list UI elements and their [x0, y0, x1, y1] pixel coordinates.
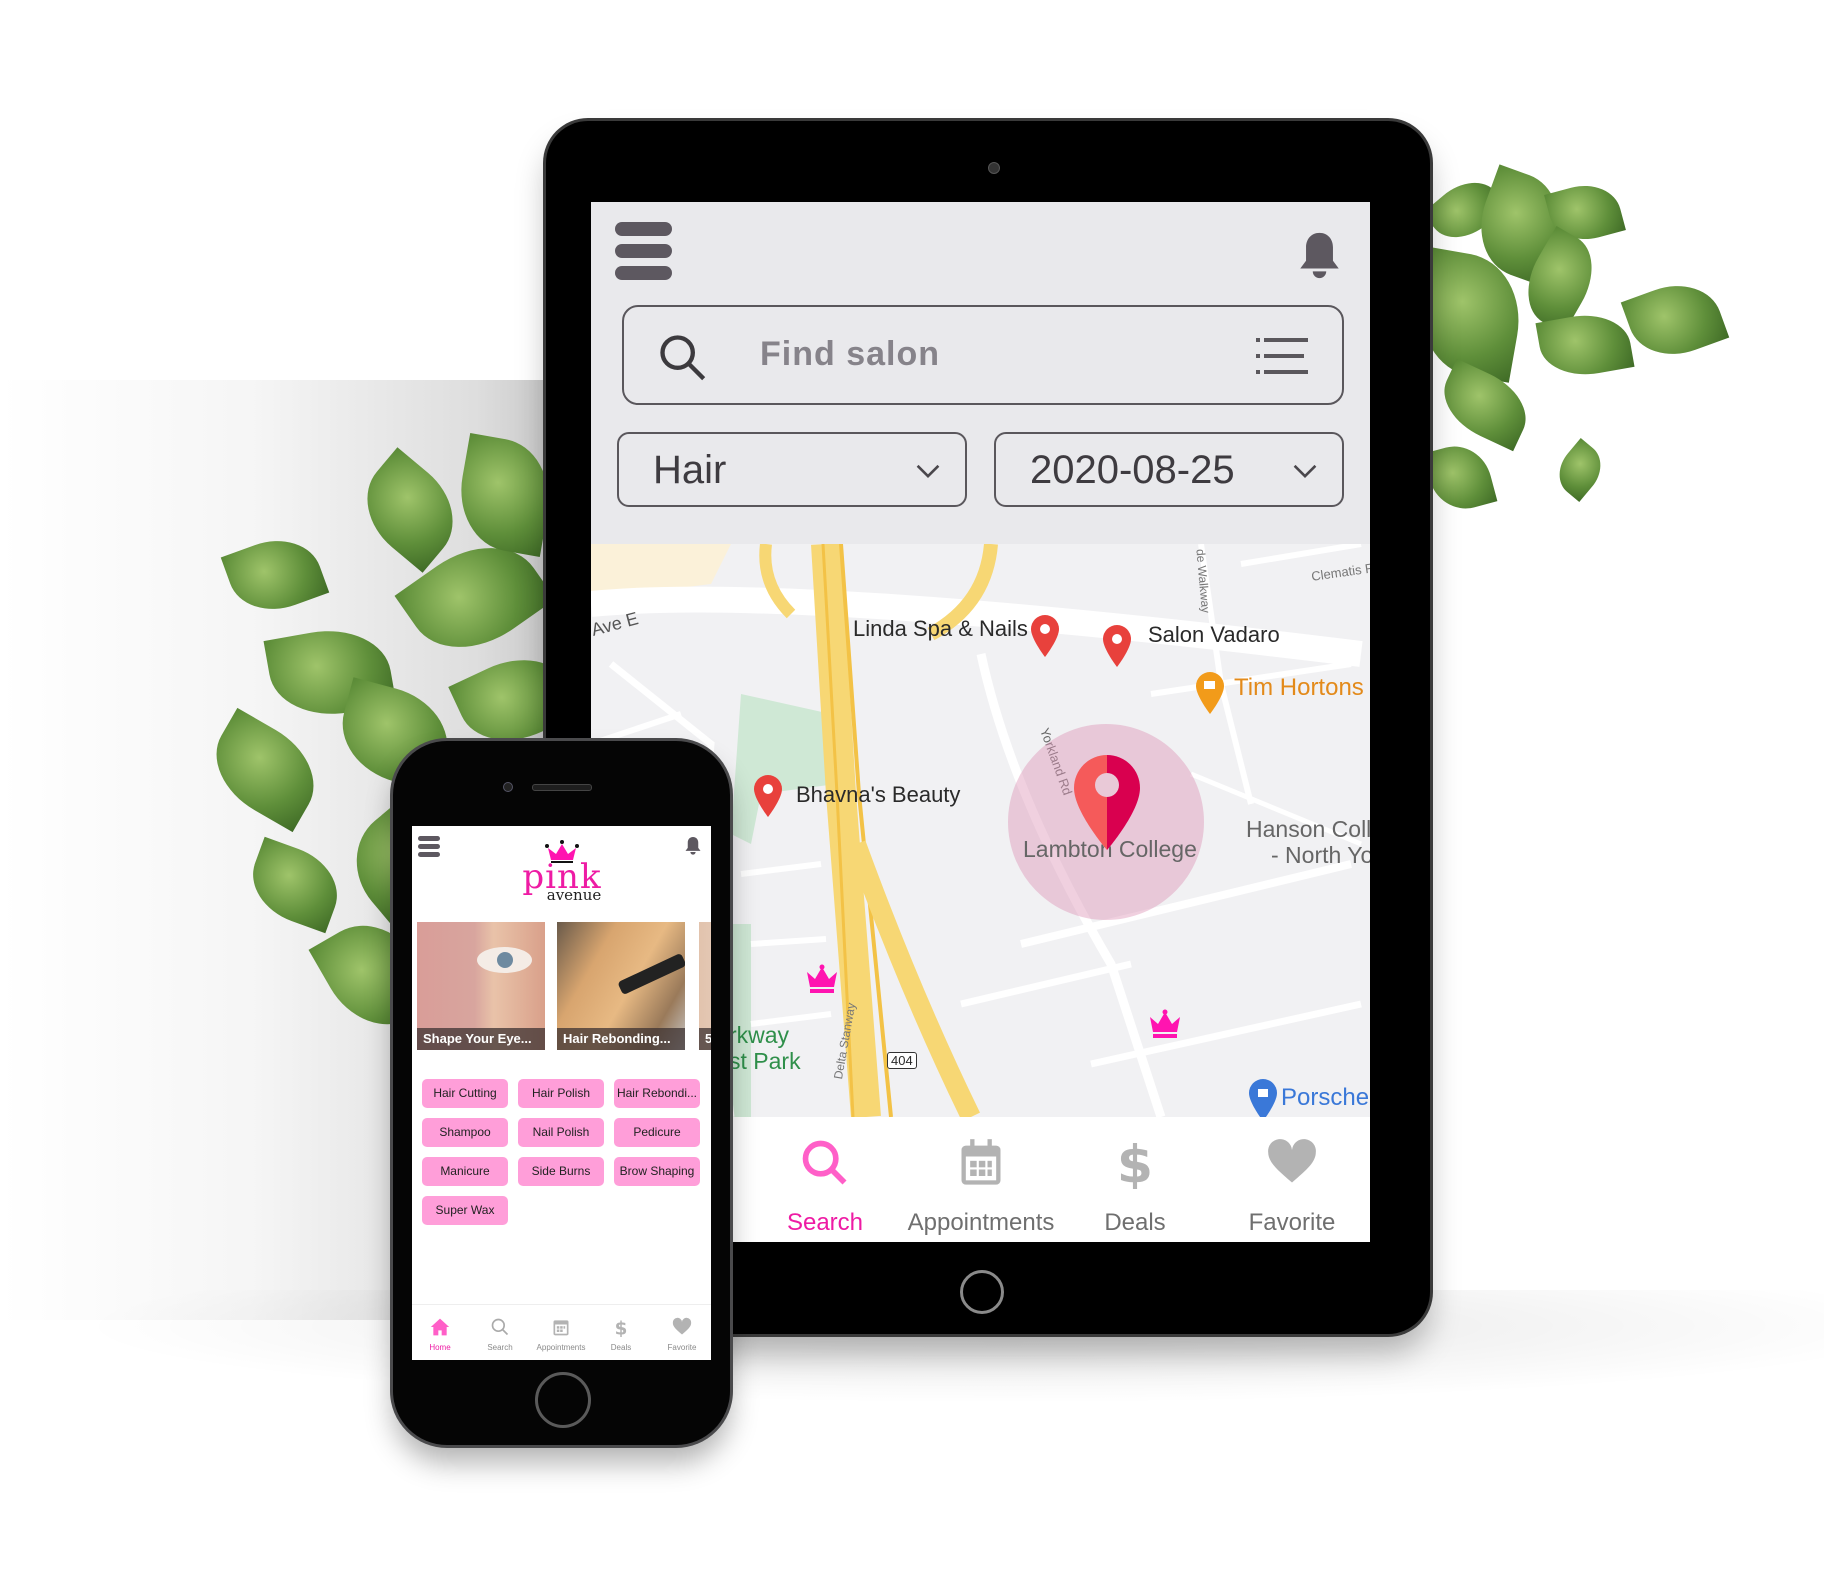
current-location-pin[interactable]: [1074, 755, 1140, 850]
map-pin-salon-vadaro[interactable]: [1102, 625, 1132, 667]
svg-text:$: $: [1117, 1137, 1153, 1189]
nav-deals[interactable]: $ Deals: [591, 1305, 651, 1360]
phone-screen: pink avenue Shape Your Eye... Hair Rebon…: [412, 826, 711, 1360]
nav-appointments[interactable]: Appointments: [531, 1305, 591, 1360]
heart-icon: [1268, 1139, 1316, 1183]
service-chip[interactable]: Shampoo: [422, 1118, 508, 1147]
service-chip[interactable]: Nail Polish: [518, 1118, 604, 1147]
map-label-porsche[interactable]: Porsche: [1281, 1084, 1369, 1112]
promo-card[interactable]: Hair Rebonding...: [557, 922, 685, 1050]
map-label-linda-spa[interactable]: Linda Spa & Nails: [853, 616, 1028, 642]
map-label-park-2: st Park: [729, 1048, 801, 1074]
map-label-salon-vadaro[interactable]: Salon Vadaro: [1148, 622, 1280, 648]
category-value: Hair: [653, 448, 727, 492]
map-label-tim-hortons[interactable]: Tim Hortons: [1234, 674, 1364, 702]
crown-marker-icon[interactable]: [1147, 1009, 1183, 1039]
service-chip[interactable]: Super Wax: [422, 1196, 508, 1225]
nav-deals-label: Deals: [610, 1343, 632, 1352]
nav-home[interactable]: Home: [412, 1305, 470, 1360]
home-icon: [430, 1318, 450, 1336]
heart-icon: [672, 1317, 692, 1335]
map-pin-tim-hortons[interactable]: [1195, 672, 1225, 714]
nav-search[interactable]: Search: [470, 1305, 530, 1360]
map-pin-porsche[interactable]: [1248, 1079, 1278, 1117]
nav-appointments-label: Appointments: [907, 1209, 1055, 1236]
service-chip[interactable]: Side Burns: [518, 1157, 604, 1186]
map-label-bhavnas-beauty[interactable]: Bhavna's Beauty: [796, 782, 960, 808]
search-placeholder: Find salon: [760, 335, 940, 373]
nav-favorite[interactable]: Favorite: [1212, 1117, 1370, 1242]
nav-search-label: Search: [786, 1209, 864, 1236]
date-dropdown[interactable]: 2020-08-25: [994, 432, 1344, 507]
dollar-icon: $: [615, 1319, 628, 1338]
chevron-down-icon: [1293, 464, 1317, 479]
phone-home-button[interactable]: [535, 1372, 591, 1428]
search-icon: [491, 1318, 509, 1336]
phone-speaker: [532, 784, 592, 791]
phone-bottom-nav: Home Search Appointments $ Deals Favorit…: [412, 1304, 711, 1360]
calendar-icon: [961, 1139, 1001, 1185]
nav-favorite[interactable]: Favorite: [652, 1305, 711, 1360]
service-chip[interactable]: Hair Polish: [518, 1079, 604, 1108]
map-label-hanson: Hanson Coll: [1246, 816, 1370, 842]
bell-icon[interactable]: [1296, 231, 1343, 281]
nav-search-label: Search: [487, 1343, 513, 1352]
search-icon: [660, 335, 706, 381]
nav-home-label: Home: [429, 1343, 451, 1352]
logo-text-avenue: avenue: [546, 886, 602, 904]
crown-marker-icon[interactable]: [804, 964, 840, 994]
promo-card[interactable]: 5: [699, 922, 711, 1050]
highway-shield-404: 404: [887, 1052, 917, 1069]
category-dropdown[interactable]: Hair: [617, 432, 967, 507]
promo-card-caption: 5: [699, 1028, 711, 1050]
nav-deals[interactable]: $ Deals: [1055, 1117, 1215, 1242]
calendar-icon: [553, 1320, 569, 1336]
nav-appointments[interactable]: Appointments: [901, 1117, 1061, 1242]
nav-deals-label: Deals: [1104, 1209, 1166, 1236]
plant-right-decoration: [1410, 164, 1730, 517]
service-chip[interactable]: Brow Shaping: [614, 1157, 700, 1186]
nav-appointments-label: Appointments: [536, 1343, 586, 1352]
service-chip[interactable]: Pedicure: [614, 1118, 700, 1147]
nav-favorite-label: Favorite: [1248, 1209, 1336, 1236]
chevron-down-icon: [916, 464, 940, 479]
pink-avenue-logo: pink avenue: [502, 840, 622, 906]
promo-card-caption: Shape Your Eye...: [417, 1028, 545, 1050]
service-chip[interactable]: Hair Rebondi...: [614, 1079, 700, 1108]
promo-image-iron: [617, 952, 685, 996]
list-icon[interactable]: [1256, 335, 1308, 377]
tablet-camera: [988, 162, 1000, 174]
service-chip[interactable]: Hair Cutting: [422, 1079, 508, 1108]
map-pin-linda-spa[interactable]: [1030, 615, 1060, 657]
date-value: 2020-08-25: [1030, 448, 1235, 492]
map-label-park: rkway: [729, 1022, 790, 1048]
promo-card[interactable]: Shape Your Eye...: [417, 922, 545, 1050]
map-label-north-york: - North Yo: [1271, 842, 1370, 868]
hamburger-icon[interactable]: [418, 836, 440, 858]
service-chip[interactable]: Manicure: [422, 1157, 508, 1186]
map-pin-bhavnas-beauty[interactable]: [753, 775, 783, 817]
svg-text:$: $: [615, 1319, 628, 1338]
tablet-home-button[interactable]: [960, 1270, 1004, 1314]
promo-image-eye: [497, 952, 513, 968]
nav-favorite-label: Favorite: [667, 1343, 697, 1352]
salon-search-input[interactable]: Find salon: [622, 305, 1344, 405]
search-icon: [802, 1140, 847, 1185]
bell-icon[interactable]: [684, 836, 702, 856]
hamburger-icon[interactable]: [615, 222, 672, 280]
dollar-icon: $: [1117, 1137, 1153, 1189]
phone-camera: [503, 782, 513, 792]
promo-card-caption: Hair Rebonding...: [557, 1028, 685, 1050]
nav-search[interactable]: Search: [745, 1117, 905, 1242]
